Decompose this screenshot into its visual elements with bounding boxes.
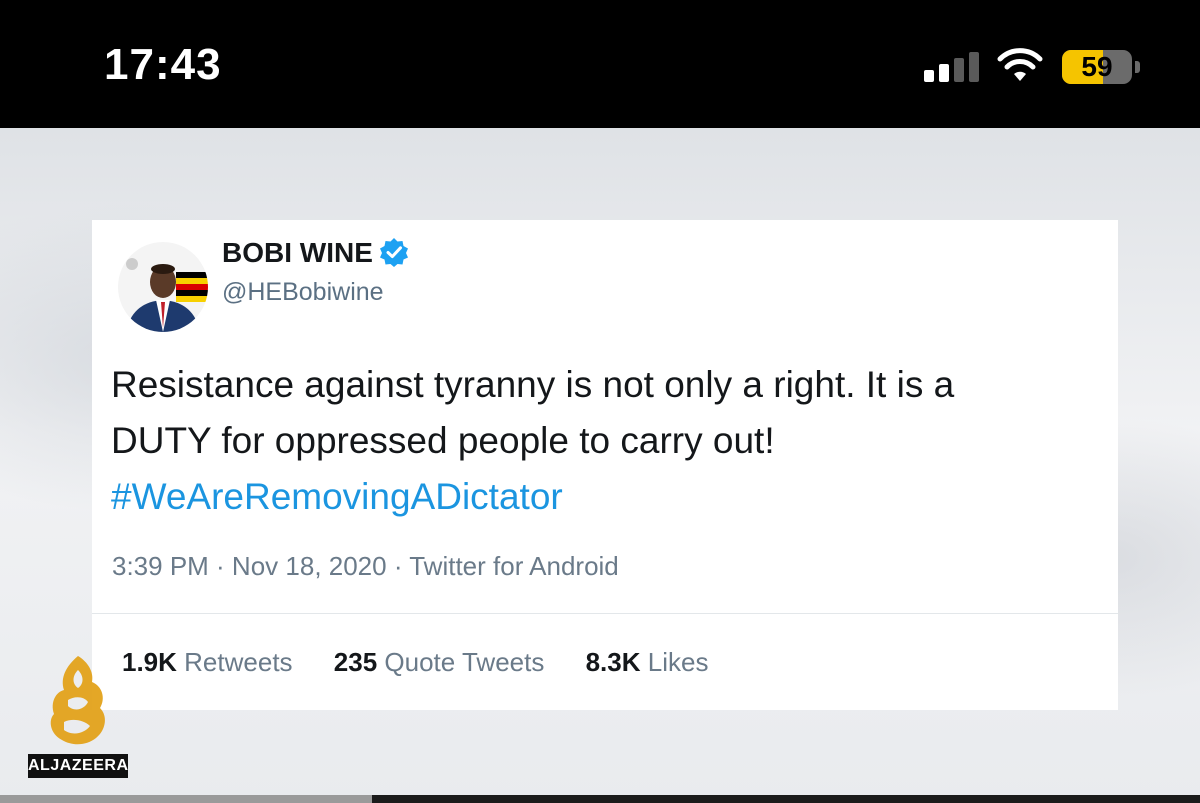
stat-retweets[interactable]: 1.9K Retweets xyxy=(122,647,293,678)
video-progress-fill xyxy=(0,795,372,803)
stat-likes[interactable]: 8.3K Likes xyxy=(586,647,709,678)
battery-level: 59 xyxy=(1081,51,1113,82)
verified-badge-icon xyxy=(379,237,408,267)
stat-value: 235 xyxy=(333,647,378,677)
aljazeera-wordmark: ALJAZEERA xyxy=(28,754,128,778)
stat-label: Likes xyxy=(647,647,709,677)
hashtag-link[interactable]: #WeAreRemovingADictator xyxy=(111,469,1101,525)
tweet-card: BOBI WINE @HEBobiwine Resistance against… xyxy=(92,220,1118,710)
phone-screen: 17:43 59 BOBI WINE @HEBobiwine Resistanc… xyxy=(0,0,1200,803)
aljazeera-logo: ALJAZEERA xyxy=(28,652,128,780)
battery-nub xyxy=(1135,61,1140,73)
tweet-text: Resistance against tyranny is not only a… xyxy=(111,357,1101,525)
tweet-stats: 1.9K Retweets 235 Quote Tweets 8.3K Like… xyxy=(122,647,742,678)
aljazeera-emblem-icon xyxy=(50,656,105,745)
tweet-text-line: Resistance against tyranny is not only a… xyxy=(111,364,955,405)
wifi-icon xyxy=(997,48,1043,81)
tweet-text-line: DUTY for oppressed people to carry out! xyxy=(111,420,775,461)
video-progress-track[interactable] xyxy=(0,795,1200,803)
stat-value: 8.3K xyxy=(585,647,641,677)
cellular-signal-icon xyxy=(924,52,980,82)
avatar xyxy=(118,242,208,332)
divider xyxy=(92,613,1118,614)
author-name-text: BOBI WINE xyxy=(222,237,373,268)
stat-quote-tweets[interactable]: 235 Quote Tweets xyxy=(334,647,545,678)
status-bar: 17:43 59 xyxy=(0,0,1200,128)
stat-value: 1.9K xyxy=(122,647,177,677)
stat-label: Quote Tweets xyxy=(384,647,545,677)
status-icons: 59 xyxy=(924,44,1154,84)
battery-icon: 59 xyxy=(1062,50,1132,84)
tweet-timestamp-source: 3:39 PM · Nov 18, 2020 · Twitter for And… xyxy=(112,551,619,581)
author-name[interactable]: BOBI WINE xyxy=(222,237,409,270)
stat-label: Retweets xyxy=(184,647,293,677)
status-time: 17:43 xyxy=(104,40,222,89)
author-handle[interactable]: @HEBobiwine xyxy=(222,278,384,307)
video-frame[interactable]: BOBI WINE @HEBobiwine Resistance against… xyxy=(0,128,1200,803)
